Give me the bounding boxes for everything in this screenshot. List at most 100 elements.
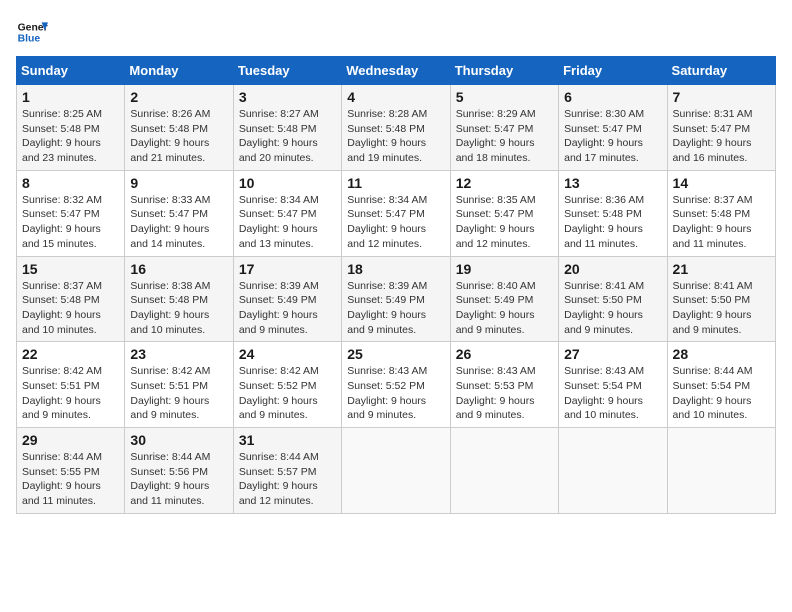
day-number: 23 (130, 346, 227, 362)
calendar-cell: 3 Sunrise: 8:27 AMSunset: 5:48 PMDaylight… (233, 85, 341, 171)
day-info: Sunrise: 8:40 AMSunset: 5:49 PMDaylight:… (456, 279, 553, 338)
day-info: Sunrise: 8:42 AMSunset: 5:51 PMDaylight:… (22, 364, 119, 423)
calendar-cell (450, 428, 558, 514)
day-info: Sunrise: 8:42 AMSunset: 5:51 PMDaylight:… (130, 364, 227, 423)
day-info: Sunrise: 8:44 AMSunset: 5:56 PMDaylight:… (130, 450, 227, 509)
day-info: Sunrise: 8:37 AMSunset: 5:48 PMDaylight:… (673, 193, 770, 252)
day-number: 31 (239, 432, 336, 448)
calendar-cell: 28 Sunrise: 8:44 AMSunset: 5:54 PMDayligh… (667, 342, 775, 428)
calendar-cell (559, 428, 667, 514)
day-info: Sunrise: 8:41 AMSunset: 5:50 PMDaylight:… (673, 279, 770, 338)
day-info: Sunrise: 8:35 AMSunset: 5:47 PMDaylight:… (456, 193, 553, 252)
day-info: Sunrise: 8:44 AMSunset: 5:54 PMDaylight:… (673, 364, 770, 423)
calendar-cell: 7 Sunrise: 8:31 AMSunset: 5:47 PMDaylight… (667, 85, 775, 171)
day-number: 6 (564, 89, 661, 105)
day-info: Sunrise: 8:30 AMSunset: 5:47 PMDaylight:… (564, 107, 661, 166)
day-number: 18 (347, 261, 444, 277)
day-info: Sunrise: 8:42 AMSunset: 5:52 PMDaylight:… (239, 364, 336, 423)
calendar-cell: 13 Sunrise: 8:36 AMSunset: 5:48 PMDayligh… (559, 170, 667, 256)
day-of-week-header: Thursday (450, 57, 558, 85)
calendar-week-row: 22 Sunrise: 8:42 AMSunset: 5:51 PMDayligh… (17, 342, 776, 428)
calendar-week-row: 15 Sunrise: 8:37 AMSunset: 5:48 PMDayligh… (17, 256, 776, 342)
day-number: 1 (22, 89, 119, 105)
calendar-cell: 27 Sunrise: 8:43 AMSunset: 5:54 PMDayligh… (559, 342, 667, 428)
day-number: 5 (456, 89, 553, 105)
calendar-cell: 23 Sunrise: 8:42 AMSunset: 5:51 PMDayligh… (125, 342, 233, 428)
day-info: Sunrise: 8:36 AMSunset: 5:48 PMDaylight:… (564, 193, 661, 252)
calendar-cell: 12 Sunrise: 8:35 AMSunset: 5:47 PMDayligh… (450, 170, 558, 256)
day-info: Sunrise: 8:28 AMSunset: 5:48 PMDaylight:… (347, 107, 444, 166)
day-info: Sunrise: 8:25 AMSunset: 5:48 PMDaylight:… (22, 107, 119, 166)
day-of-week-header: Tuesday (233, 57, 341, 85)
calendar-cell: 16 Sunrise: 8:38 AMSunset: 5:48 PMDayligh… (125, 256, 233, 342)
calendar-cell: 19Sunrise: 8:40 AMSunset: 5:49 PMDayligh… (450, 256, 558, 342)
svg-text:Blue: Blue (18, 34, 41, 45)
day-info: Sunrise: 8:26 AMSunset: 5:48 PMDaylight:… (130, 107, 227, 166)
day-info: Sunrise: 8:34 AMSunset: 5:47 PMDaylight:… (347, 193, 444, 252)
day-of-week-header: Saturday (667, 57, 775, 85)
day-number: 11 (347, 175, 444, 191)
day-number: 13 (564, 175, 661, 191)
day-info: Sunrise: 8:38 AMSunset: 5:48 PMDaylight:… (130, 279, 227, 338)
day-info: Sunrise: 8:31 AMSunset: 5:47 PMDaylight:… (673, 107, 770, 166)
day-number: 4 (347, 89, 444, 105)
day-number: 10 (239, 175, 336, 191)
calendar-header-row: SundayMondayTuesdayWednesdayThursdayFrid… (17, 57, 776, 85)
calendar-cell: 25Sunrise: 8:43 AMSunset: 5:52 PMDayligh… (342, 342, 450, 428)
day-info: Sunrise: 8:27 AMSunset: 5:48 PMDaylight:… (239, 107, 336, 166)
day-info: Sunrise: 8:29 AMSunset: 5:47 PMDaylight:… (456, 107, 553, 166)
calendar-cell: 8Sunrise: 8:32 AMSunset: 5:47 PMDaylight… (17, 170, 125, 256)
day-number: 24 (239, 346, 336, 362)
day-number: 9 (130, 175, 227, 191)
page-header: General Blue (16, 16, 776, 48)
calendar-cell: 10Sunrise: 8:34 AMSunset: 5:47 PMDayligh… (233, 170, 341, 256)
calendar-cell: 15 Sunrise: 8:37 AMSunset: 5:48 PMDayligh… (17, 256, 125, 342)
day-number: 27 (564, 346, 661, 362)
calendar-cell: 14 Sunrise: 8:37 AMSunset: 5:48 PMDayligh… (667, 170, 775, 256)
calendar-week-row: 8Sunrise: 8:32 AMSunset: 5:47 PMDaylight… (17, 170, 776, 256)
day-info: Sunrise: 8:33 AMSunset: 5:47 PMDaylight:… (130, 193, 227, 252)
calendar-cell: 4 Sunrise: 8:28 AMSunset: 5:48 PMDaylight… (342, 85, 450, 171)
calendar-cell (342, 428, 450, 514)
day-number: 15 (22, 261, 119, 277)
day-number: 14 (673, 175, 770, 191)
day-info: Sunrise: 8:43 AMSunset: 5:52 PMDaylight:… (347, 364, 444, 423)
day-info: Sunrise: 8:32 AMSunset: 5:47 PMDaylight:… (22, 193, 119, 252)
day-number: 17 (239, 261, 336, 277)
day-number: 16 (130, 261, 227, 277)
calendar-cell: 20Sunrise: 8:41 AMSunset: 5:50 PMDayligh… (559, 256, 667, 342)
day-info: Sunrise: 8:41 AMSunset: 5:50 PMDaylight:… (564, 279, 661, 338)
calendar-cell: 2Sunrise: 8:26 AMSunset: 5:48 PMDaylight… (125, 85, 233, 171)
calendar-cell: 6 Sunrise: 8:30 AMSunset: 5:47 PMDaylight… (559, 85, 667, 171)
day-of-week-header: Wednesday (342, 57, 450, 85)
calendar-cell (667, 428, 775, 514)
day-info: Sunrise: 8:44 AMSunset: 5:55 PMDaylight:… (22, 450, 119, 509)
day-number: 26 (456, 346, 553, 362)
calendar-cell: 22 Sunrise: 8:42 AMSunset: 5:51 PMDayligh… (17, 342, 125, 428)
calendar-cell: 31 Sunrise: 8:44 AMSunset: 5:57 PMDayligh… (233, 428, 341, 514)
day-info: Sunrise: 8:44 AMSunset: 5:57 PMDaylight:… (239, 450, 336, 509)
day-number: 30 (130, 432, 227, 448)
calendar-week-row: 1 Sunrise: 8:25 AMSunset: 5:48 PMDaylight… (17, 85, 776, 171)
calendar-week-row: 29Sunrise: 8:44 AMSunset: 5:55 PMDayligh… (17, 428, 776, 514)
day-number: 12 (456, 175, 553, 191)
day-info: Sunrise: 8:37 AMSunset: 5:48 PMDaylight:… (22, 279, 119, 338)
day-number: 21 (673, 261, 770, 277)
day-number: 3 (239, 89, 336, 105)
day-info: Sunrise: 8:39 AMSunset: 5:49 PMDaylight:… (239, 279, 336, 338)
calendar-cell: 1 Sunrise: 8:25 AMSunset: 5:48 PMDaylight… (17, 85, 125, 171)
day-of-week-header: Sunday (17, 57, 125, 85)
day-number: 7 (673, 89, 770, 105)
day-info: Sunrise: 8:43 AMSunset: 5:54 PMDaylight:… (564, 364, 661, 423)
day-number: 22 (22, 346, 119, 362)
day-of-week-header: Friday (559, 57, 667, 85)
calendar-table: SundayMondayTuesdayWednesdayThursdayFrid… (16, 56, 776, 514)
logo: General Blue (16, 16, 48, 48)
calendar-cell: 24 Sunrise: 8:42 AMSunset: 5:52 PMDayligh… (233, 342, 341, 428)
calendar-cell: 5 Sunrise: 8:29 AMSunset: 5:47 PMDaylight… (450, 85, 558, 171)
calendar-cell: 11 Sunrise: 8:34 AMSunset: 5:47 PMDayligh… (342, 170, 450, 256)
calendar-cell: 26Sunrise: 8:43 AMSunset: 5:53 PMDayligh… (450, 342, 558, 428)
calendar-cell: 18Sunrise: 8:39 AMSunset: 5:49 PMDayligh… (342, 256, 450, 342)
calendar-cell: 30 Sunrise: 8:44 AMSunset: 5:56 PMDayligh… (125, 428, 233, 514)
day-number: 28 (673, 346, 770, 362)
